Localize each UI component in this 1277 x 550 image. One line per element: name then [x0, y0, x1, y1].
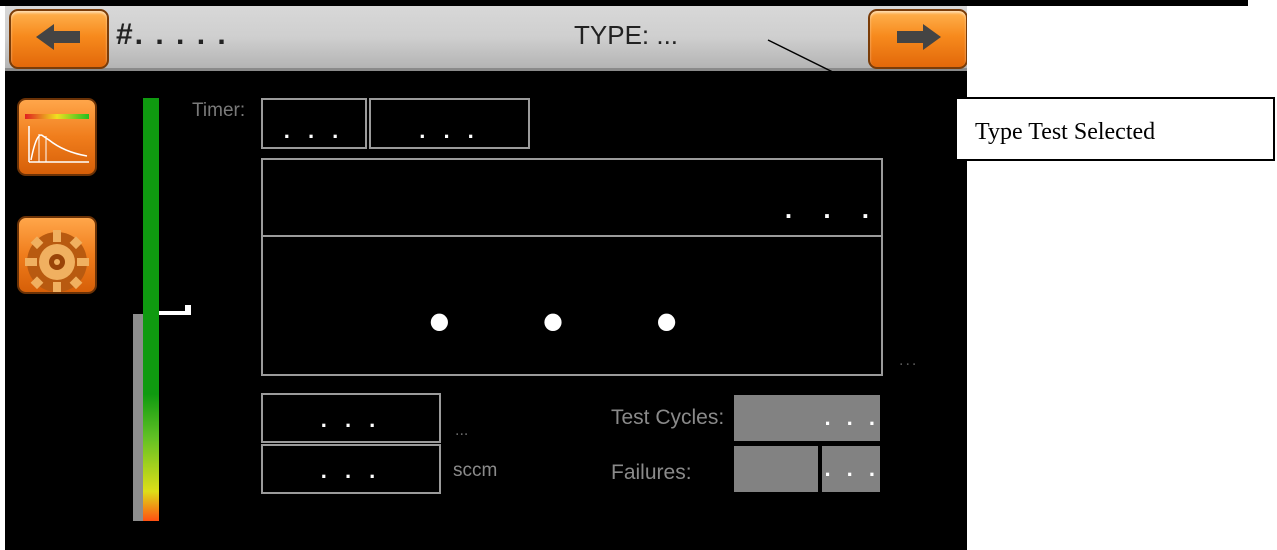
- callout-pointer: [767, 39, 943, 127]
- annotation-callout: Type Test Selected: [955, 97, 1275, 161]
